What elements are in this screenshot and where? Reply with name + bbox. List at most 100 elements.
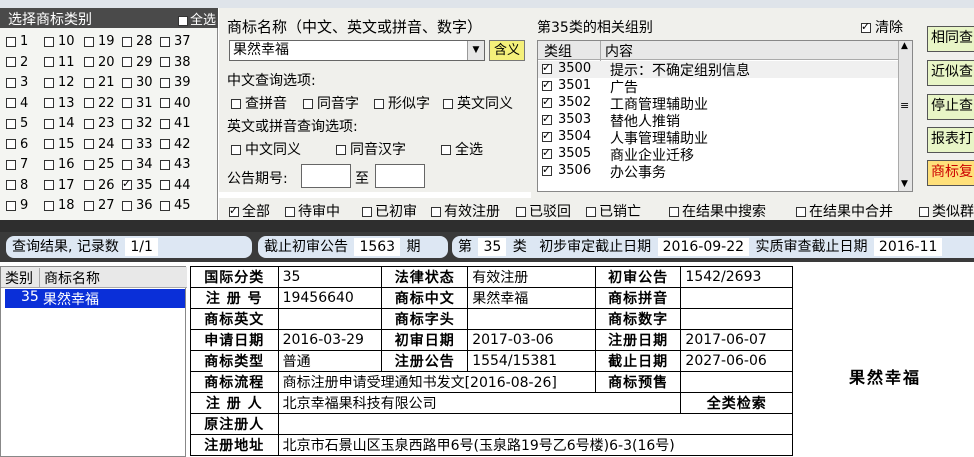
category-44[interactable]: 44 — [160, 178, 191, 193]
category-28[interactable]: 28 — [122, 34, 153, 49]
category-18[interactable]: 18 — [44, 198, 75, 213]
cn-option-en-synonym-checkbox[interactable] — [443, 99, 453, 109]
meaning-button[interactable]: 含义 — [489, 40, 525, 61]
category-35[interactable]: 35 — [122, 177, 153, 193]
cn-option-similar-shape[interactable]: 形似字 — [374, 93, 430, 113]
category-1-checkbox[interactable] — [6, 36, 16, 47]
category-13[interactable]: 13 — [44, 96, 75, 111]
category-39-checkbox[interactable] — [160, 77, 170, 88]
filter-search-in-results[interactable]: 在结果中搜索 — [669, 201, 766, 221]
scroll-up-icon[interactable]: ▲ — [901, 41, 908, 51]
clear-toggle[interactable]: 清除 — [861, 17, 903, 37]
category-12[interactable]: 12 — [44, 75, 75, 90]
category-20[interactable]: 20 — [84, 55, 115, 70]
filter-pending[interactable]: 待审中 — [285, 201, 340, 221]
category-28-checkbox[interactable] — [122, 36, 132, 47]
select-all-checkbox[interactable] — [177, 15, 188, 26]
filter-prelim[interactable]: 已初审 — [362, 201, 417, 221]
category-23-checkbox[interactable] — [84, 118, 94, 129]
en-option-cn-synonym[interactable]: 中文同义 — [231, 139, 301, 159]
filter-similar-group-checkbox[interactable] — [919, 207, 929, 217]
category-8-checkbox[interactable] — [6, 180, 16, 190]
category-26-checkbox[interactable] — [84, 180, 94, 190]
category-30[interactable]: 30 — [122, 75, 153, 90]
category-16[interactable]: 16 — [44, 157, 75, 172]
category-41-checkbox[interactable] — [160, 118, 170, 129]
chevron-down-icon[interactable]: ▼ — [467, 41, 484, 60]
category-10-checkbox[interactable] — [44, 36, 54, 47]
category-6[interactable]: 6 — [6, 137, 28, 152]
category-11[interactable]: 11 — [44, 55, 75, 70]
category-12-checkbox[interactable] — [44, 77, 54, 88]
group-row-checkbox[interactable] — [542, 61, 552, 74]
category-19[interactable]: 19 — [84, 34, 115, 49]
filter-pending-checkbox[interactable] — [285, 207, 295, 217]
category-27-checkbox[interactable] — [84, 200, 94, 211]
category-7[interactable]: 7 — [6, 157, 28, 172]
category-29[interactable]: 29 — [122, 55, 153, 70]
cn-option-homophone-checkbox[interactable] — [303, 99, 313, 109]
group-row-3503[interactable]: 3503替他人推销 — [538, 112, 898, 130]
category-27[interactable]: 27 — [84, 198, 115, 213]
cn-option-pinyin[interactable]: 查拼音 — [231, 93, 287, 113]
category-32[interactable]: 32 — [122, 116, 153, 131]
issue-to-input[interactable] — [375, 164, 425, 188]
category-25[interactable]: 25 — [84, 157, 115, 172]
similar-search-button[interactable]: 近似查 — [927, 60, 974, 86]
category-33[interactable]: 33 — [122, 137, 153, 152]
category-11-checkbox[interactable] — [44, 57, 54, 67]
category-42-checkbox[interactable] — [160, 139, 170, 149]
en-option-homophone-hanzi[interactable]: 同音汉字 — [336, 139, 406, 159]
result-row[interactable]: 35 果然幸福 — [5, 289, 185, 308]
all-class-search-link[interactable]: 全类检索 — [680, 392, 793, 414]
filter-all[interactable]: 全部 — [229, 201, 270, 221]
category-25-checkbox[interactable] — [84, 159, 94, 170]
filter-merge-in-results[interactable]: 在结果中合并 — [796, 201, 893, 221]
category-9[interactable]: 9 — [6, 198, 28, 213]
filter-cancelled-checkbox[interactable] — [586, 207, 596, 217]
group-row-checkbox[interactable] — [542, 78, 552, 91]
group-row-checkbox[interactable] — [542, 146, 552, 159]
category-13-checkbox[interactable] — [44, 98, 54, 108]
category-17[interactable]: 17 — [44, 178, 75, 193]
category-22[interactable]: 22 — [84, 96, 115, 111]
category-14-checkbox[interactable] — [44, 118, 54, 129]
category-8[interactable]: 8 — [6, 178, 28, 193]
group-row-checkbox[interactable] — [542, 163, 552, 176]
category-21[interactable]: 21 — [84, 75, 115, 90]
group-row-3504[interactable]: 3504人事管理辅助业 — [538, 129, 898, 147]
category-2[interactable]: 2 — [6, 55, 28, 70]
exact-search-button[interactable]: 相同查 — [927, 26, 974, 52]
category-4[interactable]: 4 — [6, 96, 28, 111]
clear-checkbox[interactable] — [861, 20, 871, 33]
issue-from-input[interactable] — [301, 164, 351, 188]
cn-option-homophone[interactable]: 同音字 — [303, 93, 359, 113]
stop-search-button[interactable]: 停止查 — [927, 94, 974, 120]
filter-registered-checkbox[interactable] — [431, 207, 441, 217]
category-10[interactable]: 10 — [44, 34, 75, 49]
select-all-toggle[interactable]: 全选 — [177, 9, 216, 28]
category-24-checkbox[interactable] — [84, 139, 94, 149]
en-option-select-all-checkbox[interactable] — [441, 145, 451, 155]
group-row-checkbox[interactable] — [542, 129, 552, 142]
name-select[interactable]: 果然幸福 ▼ — [229, 40, 485, 61]
category-31-checkbox[interactable] — [122, 98, 132, 108]
category-44-checkbox[interactable] — [160, 180, 170, 190]
category-17-checkbox[interactable] — [44, 180, 54, 190]
cn-option-similar-shape-checkbox[interactable] — [374, 99, 384, 109]
filter-cancelled[interactable]: 已销亡 — [586, 201, 641, 221]
category-36[interactable]: 36 — [122, 198, 153, 213]
category-16-checkbox[interactable] — [44, 159, 54, 170]
category-3-checkbox[interactable] — [6, 77, 16, 88]
category-6-checkbox[interactable] — [6, 139, 16, 149]
group-row-checkbox[interactable] — [542, 95, 552, 108]
category-34[interactable]: 34 — [122, 157, 153, 172]
category-14[interactable]: 14 — [44, 116, 75, 131]
category-45-checkbox[interactable] — [160, 200, 170, 211]
category-35-checkbox[interactable] — [122, 177, 132, 190]
category-9-checkbox[interactable] — [6, 200, 16, 211]
en-option-cn-synonym-checkbox[interactable] — [231, 145, 241, 155]
category-43[interactable]: 43 — [160, 157, 191, 172]
category-21-checkbox[interactable] — [84, 77, 94, 88]
filter-all-checkbox[interactable] — [229, 204, 239, 217]
